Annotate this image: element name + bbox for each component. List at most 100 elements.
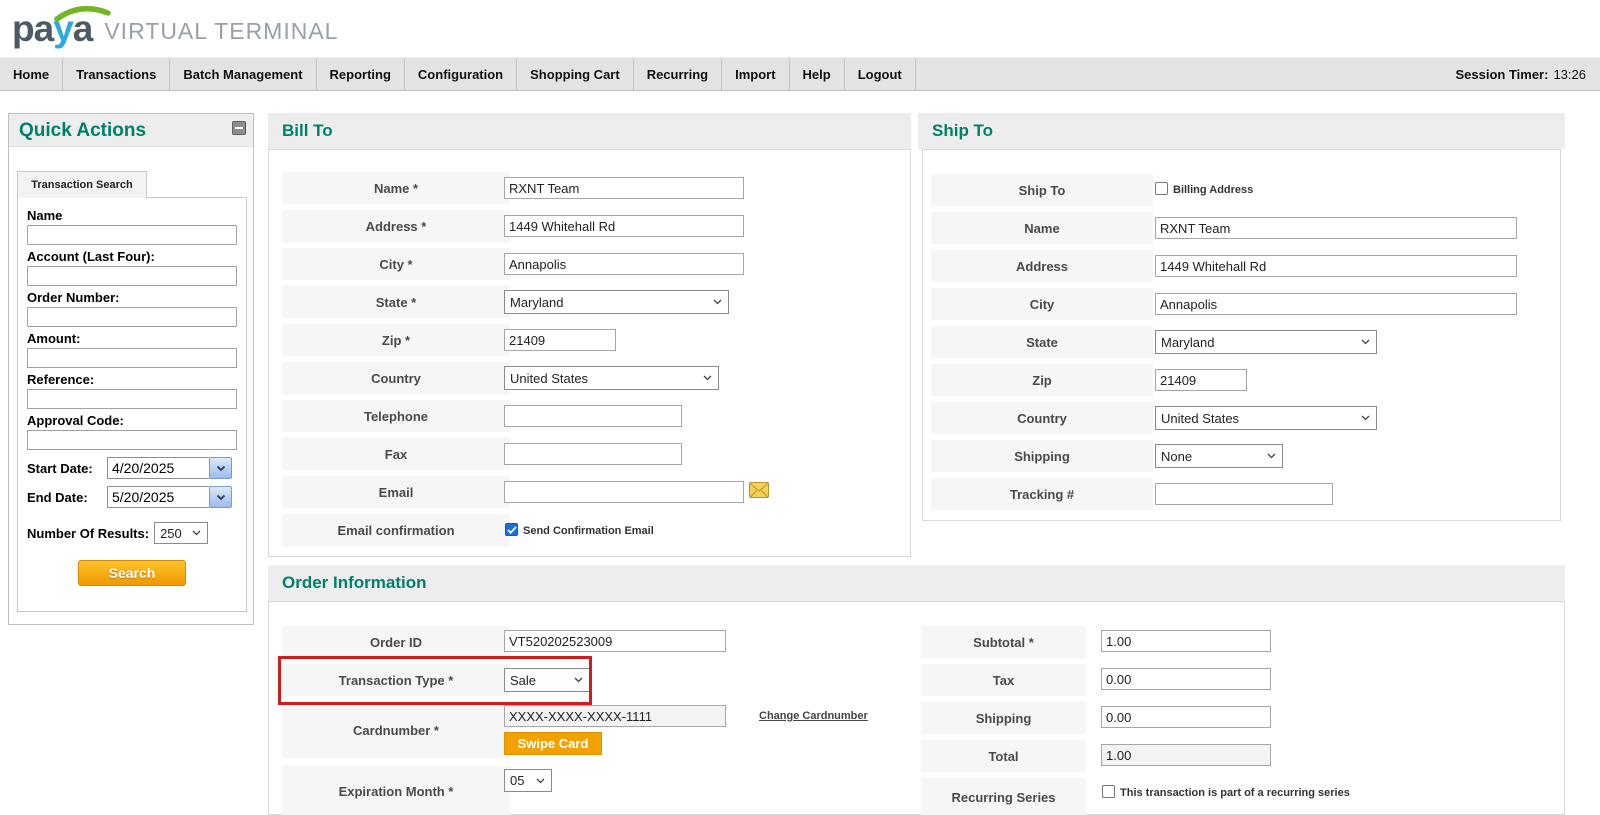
start-date-input[interactable] bbox=[107, 457, 209, 479]
bill-state-value: Maryland bbox=[510, 295, 563, 310]
bill-state-select[interactable]: Maryland bbox=[504, 290, 729, 314]
ship-to-section: Ship To Billing Address Name Address Cit… bbox=[922, 149, 1561, 521]
name-label: Name bbox=[27, 208, 237, 223]
bill-email-label: Email bbox=[282, 476, 510, 508]
logo-swoosh-icon bbox=[54, 4, 112, 22]
bill-fax-label: Fax bbox=[282, 438, 510, 470]
ship-to-title: Ship To bbox=[918, 121, 993, 141]
expiration-month-value: 05 bbox=[510, 773, 524, 788]
transaction-type-highlight-box bbox=[278, 656, 592, 705]
ship-address-label: Address bbox=[931, 250, 1153, 282]
paya-logo-wordmark: paya bbox=[12, 6, 92, 52]
order-id-label: Order ID bbox=[282, 626, 510, 658]
ship-tracking-input[interactable] bbox=[1155, 483, 1333, 505]
number-of-results-select[interactable]: 250 bbox=[154, 522, 208, 544]
end-date-picker-button[interactable] bbox=[209, 486, 232, 508]
nav-item-import[interactable]: Import bbox=[722, 58, 789, 90]
send-confirmation-email-checkbox[interactable] bbox=[505, 523, 518, 536]
order-number-input[interactable] bbox=[27, 307, 237, 327]
minimize-button[interactable] bbox=[232, 121, 246, 135]
ship-shipping-select[interactable]: None bbox=[1155, 444, 1283, 468]
bill-zip-label: Zip * bbox=[282, 324, 510, 356]
nav-item-configuration[interactable]: Configuration bbox=[405, 58, 517, 90]
nav-item-batch-management[interactable]: Batch Management bbox=[170, 58, 316, 90]
shipping-input[interactable] bbox=[1101, 706, 1271, 728]
ship-country-select[interactable]: United States bbox=[1155, 406, 1377, 430]
billing-address-checkbox[interactable] bbox=[1155, 182, 1168, 195]
nav-item-transactions[interactable]: Transactions bbox=[63, 58, 170, 90]
transaction-search-form: Name Account (Last Four): Order Number: … bbox=[17, 197, 247, 612]
ship-city-input[interactable] bbox=[1155, 293, 1517, 315]
bill-to-title: Bill To bbox=[268, 121, 333, 141]
approval-code-label: Approval Code: bbox=[27, 413, 237, 428]
tax-label: Tax bbox=[921, 664, 1086, 696]
envelope-icon[interactable] bbox=[749, 482, 769, 498]
amount-input[interactable] bbox=[27, 348, 237, 368]
ship-name-input[interactable] bbox=[1155, 217, 1517, 239]
reference-input[interactable] bbox=[27, 389, 237, 409]
number-of-results-value: 250 bbox=[160, 526, 182, 541]
tab-transaction-search[interactable]: Transaction Search bbox=[17, 171, 147, 198]
end-date-input[interactable] bbox=[107, 486, 209, 508]
tax-input[interactable] bbox=[1101, 668, 1271, 690]
bill-address-input[interactable] bbox=[504, 215, 744, 237]
recurring-series-text: This transaction is part of a recurring … bbox=[1120, 787, 1350, 799]
bill-fax-input[interactable] bbox=[504, 443, 682, 465]
start-date-picker-button[interactable] bbox=[209, 457, 232, 479]
nav-item-recurring[interactable]: Recurring bbox=[634, 58, 722, 90]
nav-item-shopping-cart[interactable]: Shopping Cart bbox=[517, 58, 634, 90]
bill-city-input[interactable] bbox=[504, 253, 744, 275]
expiration-month-select[interactable]: 05 bbox=[504, 769, 552, 792]
ship-state-value: Maryland bbox=[1161, 335, 1214, 350]
bill-telephone-label: Telephone bbox=[282, 400, 510, 432]
order-information-title: Order Information bbox=[268, 573, 427, 593]
total-input[interactable] bbox=[1101, 744, 1271, 766]
minus-icon bbox=[235, 127, 243, 129]
chevron-down-icon bbox=[216, 465, 226, 472]
bill-country-label: Country bbox=[282, 362, 510, 394]
change-cardnumber-link[interactable]: Change Cardnumber bbox=[759, 710, 868, 722]
search-button[interactable]: Search bbox=[78, 560, 186, 586]
bill-to-section: Name * Address * City * State * Maryland… bbox=[268, 149, 911, 557]
name-input[interactable] bbox=[27, 225, 237, 245]
bill-telephone-input[interactable] bbox=[504, 405, 682, 427]
quick-actions-title: Quick Actions bbox=[9, 114, 253, 147]
ship-shipping-value: None bbox=[1161, 449, 1192, 464]
cardnumber-input[interactable] bbox=[504, 705, 726, 727]
account-last-four-input[interactable] bbox=[27, 266, 237, 286]
swipe-card-button[interactable]: Swipe Card bbox=[504, 732, 602, 755]
ship-zip-label: Zip bbox=[931, 364, 1153, 396]
nav-item-help[interactable]: Help bbox=[790, 58, 845, 90]
nav-item-reporting[interactable]: Reporting bbox=[317, 58, 405, 90]
bill-name-label: Name * bbox=[282, 172, 510, 204]
logo-text: pa bbox=[12, 8, 53, 49]
billing-address-text: Billing Address bbox=[1173, 184, 1253, 196]
bill-address-label: Address * bbox=[282, 210, 510, 242]
bill-zip-input[interactable] bbox=[504, 329, 616, 351]
ship-address-input[interactable] bbox=[1155, 255, 1517, 277]
ship-zip-input[interactable] bbox=[1155, 369, 1247, 391]
ship-shipping-label: Shipping bbox=[931, 440, 1153, 472]
recurring-series-checkbox[interactable] bbox=[1102, 785, 1115, 798]
quick-actions-panel: Quick Actions Transaction Search Name Ac… bbox=[8, 113, 254, 625]
bill-email-input[interactable] bbox=[504, 481, 744, 503]
ship-state-select[interactable]: Maryland bbox=[1155, 330, 1377, 354]
chevron-down-icon bbox=[713, 299, 722, 305]
send-confirmation-email-text: Send Confirmation Email bbox=[523, 525, 654, 537]
bill-city-label: City * bbox=[282, 248, 510, 280]
bill-country-select[interactable]: United States bbox=[504, 366, 719, 390]
nav-item-home[interactable]: Home bbox=[0, 58, 63, 90]
ship-country-value: United States bbox=[1161, 411, 1239, 426]
session-timer-value: 13:26 bbox=[1553, 67, 1586, 82]
order-id-input[interactable] bbox=[504, 630, 726, 652]
total-label: Total bbox=[921, 740, 1086, 772]
approval-code-input[interactable] bbox=[27, 430, 237, 450]
bill-name-input[interactable] bbox=[504, 177, 744, 199]
chevron-down-icon bbox=[192, 530, 201, 536]
expiration-month-label: Expiration Month * bbox=[282, 766, 510, 815]
bill-to-header: Bill To bbox=[268, 113, 911, 149]
subtotal-input[interactable] bbox=[1101, 630, 1271, 652]
nav-item-logout[interactable]: Logout bbox=[845, 58, 916, 90]
reference-label: Reference: bbox=[27, 372, 237, 387]
account-last-four-label: Account (Last Four): bbox=[27, 249, 237, 264]
